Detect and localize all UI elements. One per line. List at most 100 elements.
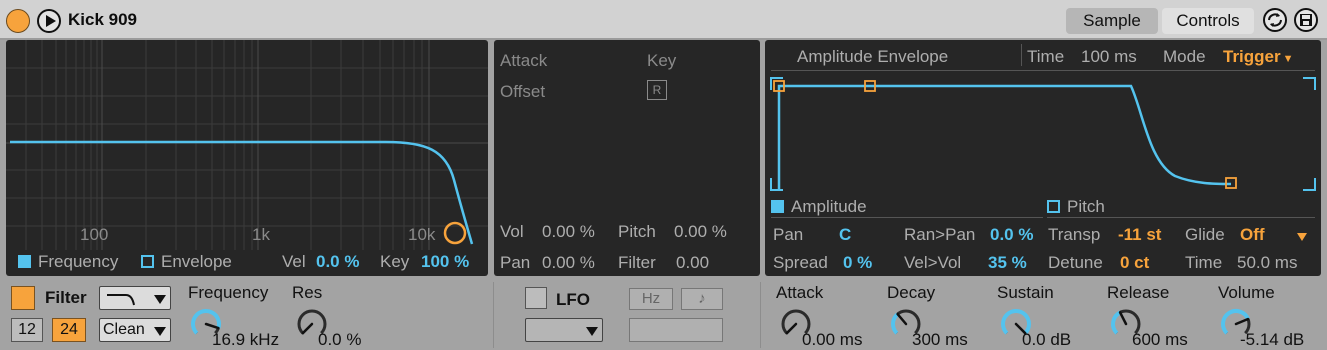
- pitch-time-label: Time: [1185, 253, 1223, 272]
- detune-label: Detune: [1048, 253, 1103, 272]
- env-time-label: Time: [1027, 47, 1065, 66]
- attack-knob-value[interactable]: 0.00 ms: [802, 331, 862, 348]
- envelope-title: Amplitude Envelope: [797, 47, 949, 66]
- res-knob-label: Res: [292, 283, 323, 302]
- sustain-knob-value[interactable]: 0.0 dB: [1022, 331, 1071, 348]
- decay-knob-label: Decay: [887, 283, 936, 302]
- retrigger-button[interactable]: R: [647, 80, 667, 100]
- frequency-legend-icon[interactable]: [18, 255, 31, 268]
- lowpass-icon: [107, 294, 135, 306]
- slope-24-button[interactable]: 24: [52, 318, 86, 342]
- offset-label: Offset: [500, 82, 546, 101]
- ranpan-label: Ran>Pan: [904, 225, 976, 244]
- release-knob-value[interactable]: 600 ms: [1132, 331, 1188, 348]
- header-divider: [1021, 44, 1022, 66]
- detune-value[interactable]: 0 ct: [1120, 254, 1149, 271]
- pitch-legend-icon[interactable]: [1047, 200, 1060, 213]
- tab-controls[interactable]: Controls: [1162, 8, 1254, 34]
- ranpan-value[interactable]: 0.0 %: [990, 226, 1033, 243]
- section-divider: [760, 282, 761, 348]
- key-value[interactable]: 100 %: [421, 253, 469, 270]
- pitch-label: Pitch: [618, 222, 656, 241]
- attack-knob-label: Attack: [776, 283, 824, 302]
- mode-dropdown[interactable]: Trigger ▼: [1223, 48, 1294, 65]
- legend-pitch[interactable]: Pitch: [1067, 198, 1105, 215]
- freq-tick-10k: 10k: [408, 225, 436, 244]
- save-preset-icon[interactable]: [1294, 8, 1318, 32]
- freq-tick-100: 100: [80, 225, 109, 244]
- vol-label: Vol: [500, 222, 524, 241]
- envelope-graph[interactable]: [765, 72, 1321, 202]
- tab-sample[interactable]: Sample: [1066, 8, 1158, 34]
- volume-knob-value[interactable]: -5.14 dB: [1240, 331, 1304, 348]
- pitch-rule: [1047, 217, 1315, 218]
- hot-swap-icon[interactable]: [1263, 8, 1287, 32]
- pan-label: Pan: [773, 225, 804, 244]
- legend-frequency[interactable]: Frequency: [38, 253, 118, 270]
- glide-value[interactable]: Off: [1240, 226, 1265, 243]
- lfo-label: LFO: [556, 290, 590, 309]
- amplitude-envelope-panel: Amplitude Envelope Time 100 ms Mode Trig…: [765, 40, 1321, 276]
- transp-label: Transp: [1048, 225, 1101, 244]
- vel-label: Vel: [282, 252, 306, 271]
- legend-amplitude[interactable]: Amplitude: [791, 198, 867, 215]
- sustain-knob-label: Sustain: [997, 283, 1054, 302]
- key-label: Key: [647, 51, 677, 70]
- decay-knob-value[interactable]: 300 ms: [912, 331, 968, 348]
- mode-label: Mode: [1163, 47, 1206, 66]
- note-icon[interactable]: ♪: [681, 288, 723, 310]
- pitch-time-value[interactable]: 50.0 ms: [1237, 254, 1297, 271]
- device-title-bar: Kick 909 Sample Controls: [0, 0, 1327, 40]
- chevron-down-icon[interactable]: [1297, 233, 1307, 241]
- chevron-down-icon: [586, 327, 598, 336]
- chevron-down-icon: [154, 327, 166, 336]
- filter-type-dropdown[interactable]: [99, 286, 171, 310]
- filter-toggle-button[interactable]: [11, 286, 35, 310]
- freq-tick-1k: 1k: [252, 225, 270, 244]
- device-activator-button[interactable]: [6, 9, 30, 33]
- frequency-knob-label: Frequency: [188, 283, 269, 302]
- circuit-value: Clean: [103, 321, 145, 338]
- pitch-value[interactable]: 0.00 %: [674, 223, 727, 240]
- device-title: Kick 909: [68, 10, 137, 29]
- lfo-hz-button[interactable]: Hz: [629, 288, 673, 310]
- filter-label: Filter: [45, 288, 87, 307]
- envelope-legend-icon[interactable]: [141, 255, 154, 268]
- mode-value: Trigger: [1223, 47, 1281, 66]
- circuit-dropdown[interactable]: Clean: [99, 318, 171, 342]
- chevron-down-icon: ▼: [1282, 53, 1294, 65]
- pan-label: Pan: [500, 253, 531, 272]
- res-value[interactable]: 0.0 %: [318, 331, 361, 348]
- chevron-down-icon: [154, 295, 166, 304]
- spread-value[interactable]: 0 %: [843, 254, 872, 271]
- header-rule: [771, 70, 1315, 71]
- legend-envelope[interactable]: Envelope: [161, 253, 232, 270]
- pan-value[interactable]: 0.00 %: [542, 254, 595, 271]
- vol-value[interactable]: 0.00 %: [542, 223, 595, 240]
- amplitude-legend-icon[interactable]: [771, 200, 784, 213]
- velvol-label: Vel>Vol: [904, 253, 962, 272]
- section-divider: [493, 282, 494, 348]
- key-label: Key: [380, 252, 410, 271]
- lfo-shape-dropdown[interactable]: [525, 318, 603, 342]
- slope-12-button[interactable]: 12: [11, 318, 43, 342]
- vel-value[interactable]: 0.0 %: [316, 253, 359, 270]
- filter-mod-label: Filter: [618, 253, 656, 272]
- preview-play-button[interactable]: [37, 9, 61, 33]
- transp-value[interactable]: -11 st: [1118, 226, 1161, 243]
- frequency-value[interactable]: 16.9 kHz: [212, 331, 279, 348]
- attack-label: Attack: [500, 51, 548, 70]
- pan-value[interactable]: C: [839, 226, 851, 243]
- filter-response-display[interactable]: 100 1k 10k Frequency Envelope Vel 0.0 % …: [6, 40, 488, 276]
- modulation-panel: Attack Key Offset R Vol 0.00 % Pitch 0.0…: [494, 40, 760, 276]
- volume-knob-label: Volume: [1218, 283, 1275, 302]
- release-knob-label: Release: [1107, 283, 1170, 302]
- glide-label: Glide: [1185, 225, 1225, 244]
- amplitude-rule: [771, 217, 1043, 218]
- lfo-toggle-button[interactable]: [525, 287, 547, 309]
- lfo-rate-field[interactable]: [629, 318, 723, 342]
- filter-mod-value[interactable]: 0.00: [676, 254, 709, 271]
- spread-label: Spread: [773, 253, 828, 272]
- env-time-value[interactable]: 100 ms: [1081, 48, 1137, 65]
- velvol-value[interactable]: 35 %: [988, 254, 1027, 271]
